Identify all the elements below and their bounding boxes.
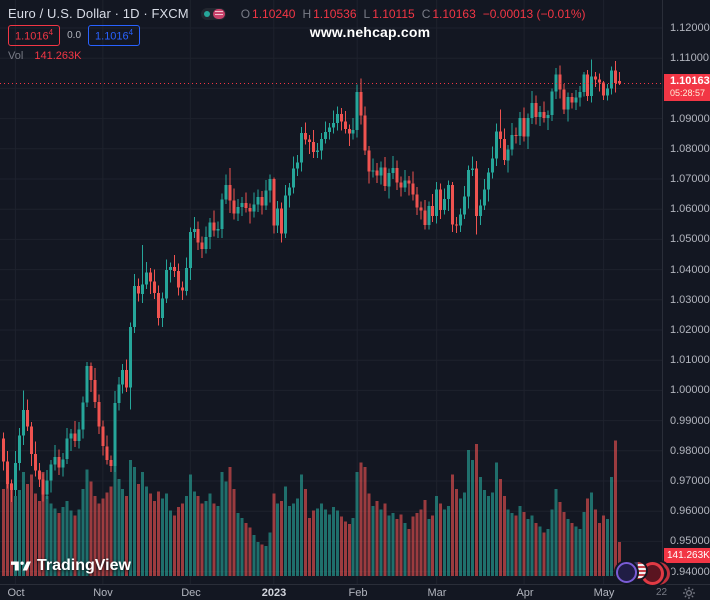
gear-icon[interactable]: [682, 586, 696, 600]
price-tick-label: 0.99000: [670, 415, 710, 427]
price-axis[interactable]: 1.12000 1.11000 1.09000 1.08000 1.07000 1.060…: [662, 0, 710, 584]
time-tick-label: Apr: [516, 587, 534, 599]
time-tick-label: Oct: [7, 587, 25, 599]
toggle-dot-icon: [203, 10, 210, 17]
price-tick-label: 1.11000: [670, 52, 709, 64]
chart-legend: Euro / U.S. Dollar · 1D · FXCM O 1.10240 …: [8, 5, 586, 62]
price-tick-label: 1.09000: [670, 113, 710, 125]
ohlc-values: O 1.10240 H 1.10536 L 1.10115 C 1.10163 −0.0…: [236, 7, 586, 21]
volume-label: Vol: [8, 50, 24, 62]
price-tick-label: 1.04000: [670, 264, 710, 276]
current-price-value: 1.10163: [670, 75, 710, 87]
time-tick-label: Feb: [348, 587, 368, 599]
price-tick-label: 0.98000: [670, 445, 710, 457]
low-value: 1.10115: [372, 6, 415, 21]
price-tick-label: 1.01000: [670, 354, 710, 366]
price-tick-label: 0.94000: [670, 566, 710, 578]
open-label: O: [240, 6, 251, 21]
close-label: C: [421, 6, 431, 21]
time-tick-label: 2023: [261, 587, 287, 599]
price-tick-label: 1.06000: [670, 203, 710, 215]
price-tick-label: 0.97000: [670, 475, 710, 487]
moon-event-icon: [616, 562, 637, 583]
price-tick-label: 1.02000: [670, 324, 710, 336]
volume-value: 141.263K: [34, 50, 82, 62]
spread-value: 0.0: [67, 30, 82, 41]
buy-button[interactable]: 1.10164: [88, 25, 141, 46]
price-tick-label: 1.07000: [670, 173, 710, 185]
price-tick-label: 0.96000: [670, 505, 710, 517]
price-tick-label: 1.08000: [670, 143, 710, 155]
trading-chart-window: www.nehcap.com Euro / U.S. Dollar · 1D ·…: [0, 0, 710, 600]
price-tick-label: 1.12000: [670, 22, 710, 34]
price-tick-label: 1.05000: [670, 233, 710, 245]
current-price-tag: 1.10163 05:28:57: [664, 74, 710, 101]
high-value: 1.10536: [313, 6, 357, 21]
tradingview-logo-text: TradingView: [37, 557, 131, 574]
open-value: 1.10240: [252, 6, 296, 21]
time-axis[interactable]: Oct Nov Dec 2023 Feb Mar Apr May 22: [0, 584, 710, 600]
price-tick-label: 0.95000: [670, 535, 710, 547]
time-tick-label: Nov: [93, 587, 113, 599]
close-value: 1.10163: [432, 6, 476, 21]
time-tick-label: May: [593, 587, 615, 599]
clock-value: 22: [656, 587, 668, 598]
tradingview-logo[interactable]: TradingView: [11, 557, 131, 575]
price-tick-label: 1.00000: [670, 384, 710, 396]
economic-event-badges[interactable]: [616, 561, 670, 585]
volume-legend[interactable]: Vol 141.263K: [8, 50, 586, 62]
candlestick-chart[interactable]: [0, 0, 662, 584]
time-tick-label: Mar: [427, 587, 447, 599]
time-tick-label: Dec: [181, 587, 201, 599]
low-label: L: [363, 6, 371, 21]
bar-countdown: 05:28:57: [670, 88, 706, 98]
sell-button[interactable]: 1.10164: [8, 25, 61, 46]
volume-axis-tag: 141.263K: [664, 548, 710, 563]
visibility-toggle[interactable]: [200, 7, 226, 20]
symbol-title[interactable]: Euro / U.S. Dollar · 1D · FXCM: [8, 6, 189, 21]
high-label: H: [302, 6, 312, 21]
price-tick-label: 1.03000: [670, 294, 710, 306]
tradingview-mark-icon: [11, 561, 31, 571]
change-value: −0.00013 (−0.01%): [482, 6, 586, 21]
toggle-lines-icon: [212, 8, 225, 19]
